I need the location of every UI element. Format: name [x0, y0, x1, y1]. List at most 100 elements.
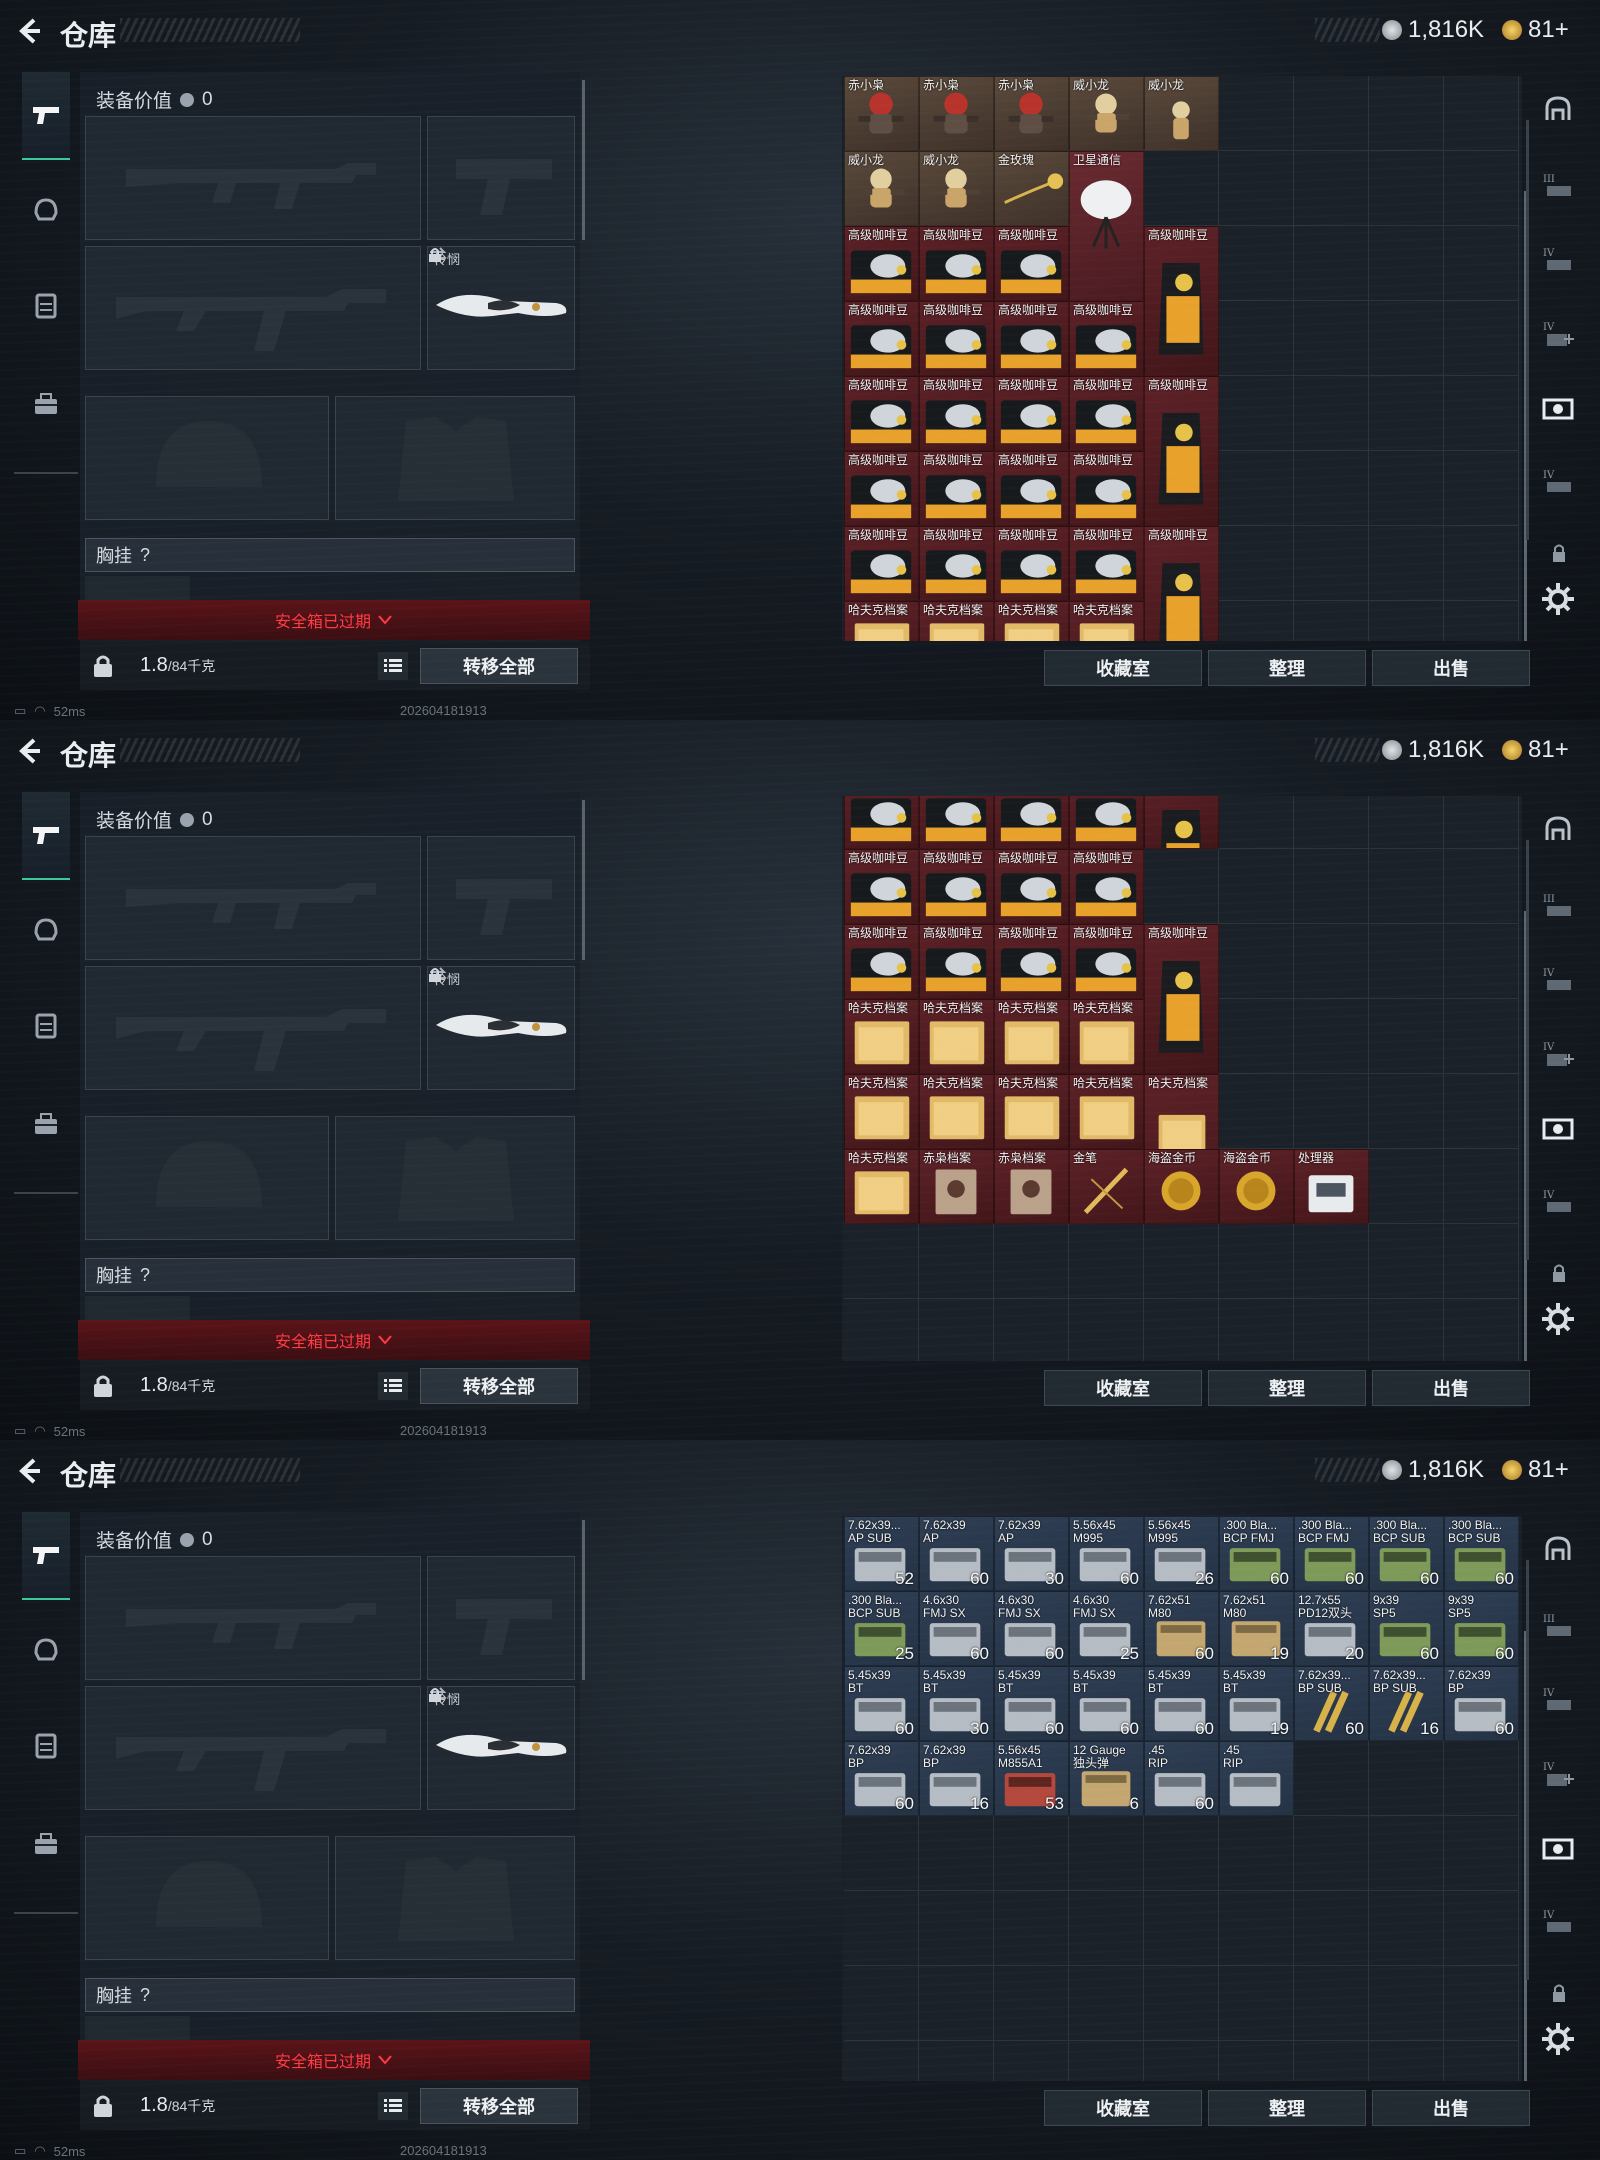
empty-grid-cell[interactable]: [1069, 1299, 1144, 1361]
secondary-weapon-slot[interactable]: [85, 246, 421, 370]
currency-silver[interactable]: 1,816K: [1382, 16, 1484, 44]
settings-button[interactable]: [1539, 2020, 1577, 2058]
empty-grid-cell[interactable]: [994, 1224, 1069, 1299]
body-armor-slot[interactable]: [335, 396, 575, 520]
stash-item[interactable]: 5.56x45 M995 26: [1144, 1516, 1219, 1591]
stash-item[interactable]: 哈夫克档案: [844, 999, 919, 1074]
helmet-slot[interactable]: [85, 1836, 329, 1960]
stash-item[interactable]: 12.7x55 PD12双头 20: [1294, 1591, 1369, 1666]
empty-grid-cell[interactable]: [919, 1891, 994, 1966]
stash-item[interactable]: .300 Bla... BCP SUB 25: [844, 1591, 919, 1666]
stash-item[interactable]: 赤枭档案: [994, 1149, 1069, 1224]
list-view-button[interactable]: [378, 1372, 408, 1400]
list-view-button[interactable]: [378, 2092, 408, 2120]
back-arrow-icon[interactable]: [14, 16, 44, 46]
back-arrow-icon[interactable]: [14, 736, 44, 766]
empty-grid-cell[interactable]: [1444, 1966, 1519, 2041]
melee-slot[interactable]: 怜悯: [427, 1686, 575, 1810]
stash-item[interactable]: 哈夫克档案: [919, 601, 994, 641]
empty-grid-cell[interactable]: [1444, 1816, 1519, 1891]
empty-grid-cell[interactable]: [1144, 1891, 1219, 1966]
stash-tab-3[interactable]: III: [1539, 1608, 1577, 1646]
stash-item[interactable]: .45 RIP 60: [1144, 1741, 1219, 1816]
empty-grid-cell[interactable]: [1444, 2041, 1519, 2081]
tab-backpack[interactable]: [22, 1800, 70, 1888]
stash-item[interactable]: 7.62x39 BP 16: [919, 1741, 994, 1816]
stash-item[interactable]: 高级咖啡豆: [919, 849, 994, 924]
stash-tab-home[interactable]: [1539, 814, 1577, 852]
stash-item[interactable]: [1144, 796, 1219, 849]
empty-grid-cell[interactable]: [1294, 1224, 1369, 1299]
stash-item[interactable]: 7.62x39 BP 60: [1444, 1666, 1519, 1741]
stash-item[interactable]: 5.45x39 BT 60: [1144, 1666, 1219, 1741]
transfer-all-button[interactable]: 转移全部: [420, 2088, 578, 2124]
stash-item[interactable]: 5.45x39 BT 60: [844, 1666, 919, 1741]
stash-item[interactable]: 高级咖啡豆: [994, 451, 1069, 526]
stash-tab-lock[interactable]: [1539, 534, 1577, 572]
empty-grid-cell[interactable]: [844, 1816, 919, 1891]
equipment-scrollbar[interactable]: [582, 800, 585, 960]
empty-grid-cell[interactable]: [994, 1299, 1069, 1361]
stash-item[interactable]: 赤枭档案: [919, 1149, 994, 1224]
stash-item[interactable]: [919, 796, 994, 849]
empty-grid-cell[interactable]: [1369, 1966, 1444, 2041]
lock-icon[interactable]: [92, 2094, 114, 2118]
empty-grid-cell[interactable]: [1069, 1966, 1144, 2041]
stash-tab-4a[interactable]: IV: [1539, 1682, 1577, 1720]
stash-item[interactable]: 高级咖啡豆: [844, 924, 919, 999]
secondary-weapon-slot[interactable]: [85, 966, 421, 1090]
empty-grid-cell[interactable]: [1294, 1816, 1369, 1891]
empty-grid-cell[interactable]: [1069, 1816, 1144, 1891]
stash-item[interactable]: 4.6x30 FMJ SX 60: [994, 1591, 1069, 1666]
stash-item[interactable]: 4.6x30 FMJ SX 25: [1069, 1591, 1144, 1666]
safe-box-banner[interactable]: 安全箱已过期: [78, 1320, 590, 1360]
empty-grid-cell[interactable]: [1294, 1891, 1369, 1966]
collection-room-button[interactable]: 收藏室: [1044, 1370, 1202, 1406]
empty-grid-cell[interactable]: [1144, 1299, 1219, 1361]
pistol-slot[interactable]: [427, 1556, 575, 1680]
list-view-button[interactable]: [378, 652, 408, 680]
stash-tab-4a[interactable]: IV: [1539, 242, 1577, 280]
empty-grid-cell[interactable]: [994, 2041, 1069, 2081]
tab-weapons[interactable]: [22, 72, 70, 160]
empty-grid-cell[interactable]: [1069, 2041, 1144, 2081]
empty-grid-cell[interactable]: [1219, 1299, 1294, 1361]
stash-item[interactable]: 威小龙: [1069, 76, 1144, 151]
sell-button[interactable]: 出售: [1372, 650, 1530, 686]
stash-item[interactable]: [1069, 796, 1144, 849]
sell-button[interactable]: 出售: [1372, 1370, 1530, 1406]
stash-tab-camera[interactable]: [1539, 1830, 1577, 1868]
stash-item[interactable]: 高级咖啡豆: [1069, 526, 1144, 601]
empty-grid-cell[interactable]: [994, 1966, 1069, 2041]
empty-grid-cell[interactable]: [1219, 1816, 1294, 1891]
chest-rig-slot[interactable]: 胸挂 ?: [85, 1258, 575, 1292]
stash-item[interactable]: 赤小枭: [844, 76, 919, 151]
empty-grid-cell[interactable]: [1369, 1299, 1444, 1361]
help-icon[interactable]: ?: [140, 1985, 150, 2006]
empty-grid-cell[interactable]: [1069, 1224, 1144, 1299]
stash-item[interactable]: 高级咖啡豆: [919, 526, 994, 601]
empty-grid-cell[interactable]: [1144, 2041, 1219, 2081]
stash-item[interactable]: 赤小枭: [994, 76, 1069, 151]
stash-item[interactable]: 5.56x45 M995 60: [1069, 1516, 1144, 1591]
stash-item[interactable]: 卫星通信: [1069, 151, 1144, 301]
chest-rig-grid[interactable]: [85, 1296, 190, 1320]
stash-item[interactable]: 4.6x30 FMJ SX 60: [919, 1591, 994, 1666]
tab-backpack[interactable]: [22, 360, 70, 448]
stash-item[interactable]: 海盗金币: [1144, 1149, 1219, 1224]
empty-grid-cell[interactable]: [844, 1299, 919, 1361]
stash-item[interactable]: 哈夫克档案: [844, 1149, 919, 1224]
stash-tab-lock[interactable]: [1539, 1254, 1577, 1292]
stash-item[interactable]: 高级咖啡豆: [844, 376, 919, 451]
stash-item[interactable]: 威小龙: [844, 151, 919, 226]
stash-item[interactable]: 7.62x39 AP 60: [919, 1516, 994, 1591]
stash-item[interactable]: 哈夫克档案: [1069, 601, 1144, 641]
stash-item[interactable]: 高级咖啡豆: [919, 924, 994, 999]
stash-item[interactable]: 7.62x39... BP SUB 16: [1369, 1666, 1444, 1741]
empty-grid-cell[interactable]: [919, 1299, 994, 1361]
secondary-weapon-slot[interactable]: [85, 1686, 421, 1810]
settings-button[interactable]: [1539, 1300, 1577, 1338]
help-icon[interactable]: ?: [140, 545, 150, 566]
currency-silver[interactable]: 1,816K: [1382, 736, 1484, 764]
stash-item[interactable]: 5.56x45 M855A1 53: [994, 1741, 1069, 1816]
